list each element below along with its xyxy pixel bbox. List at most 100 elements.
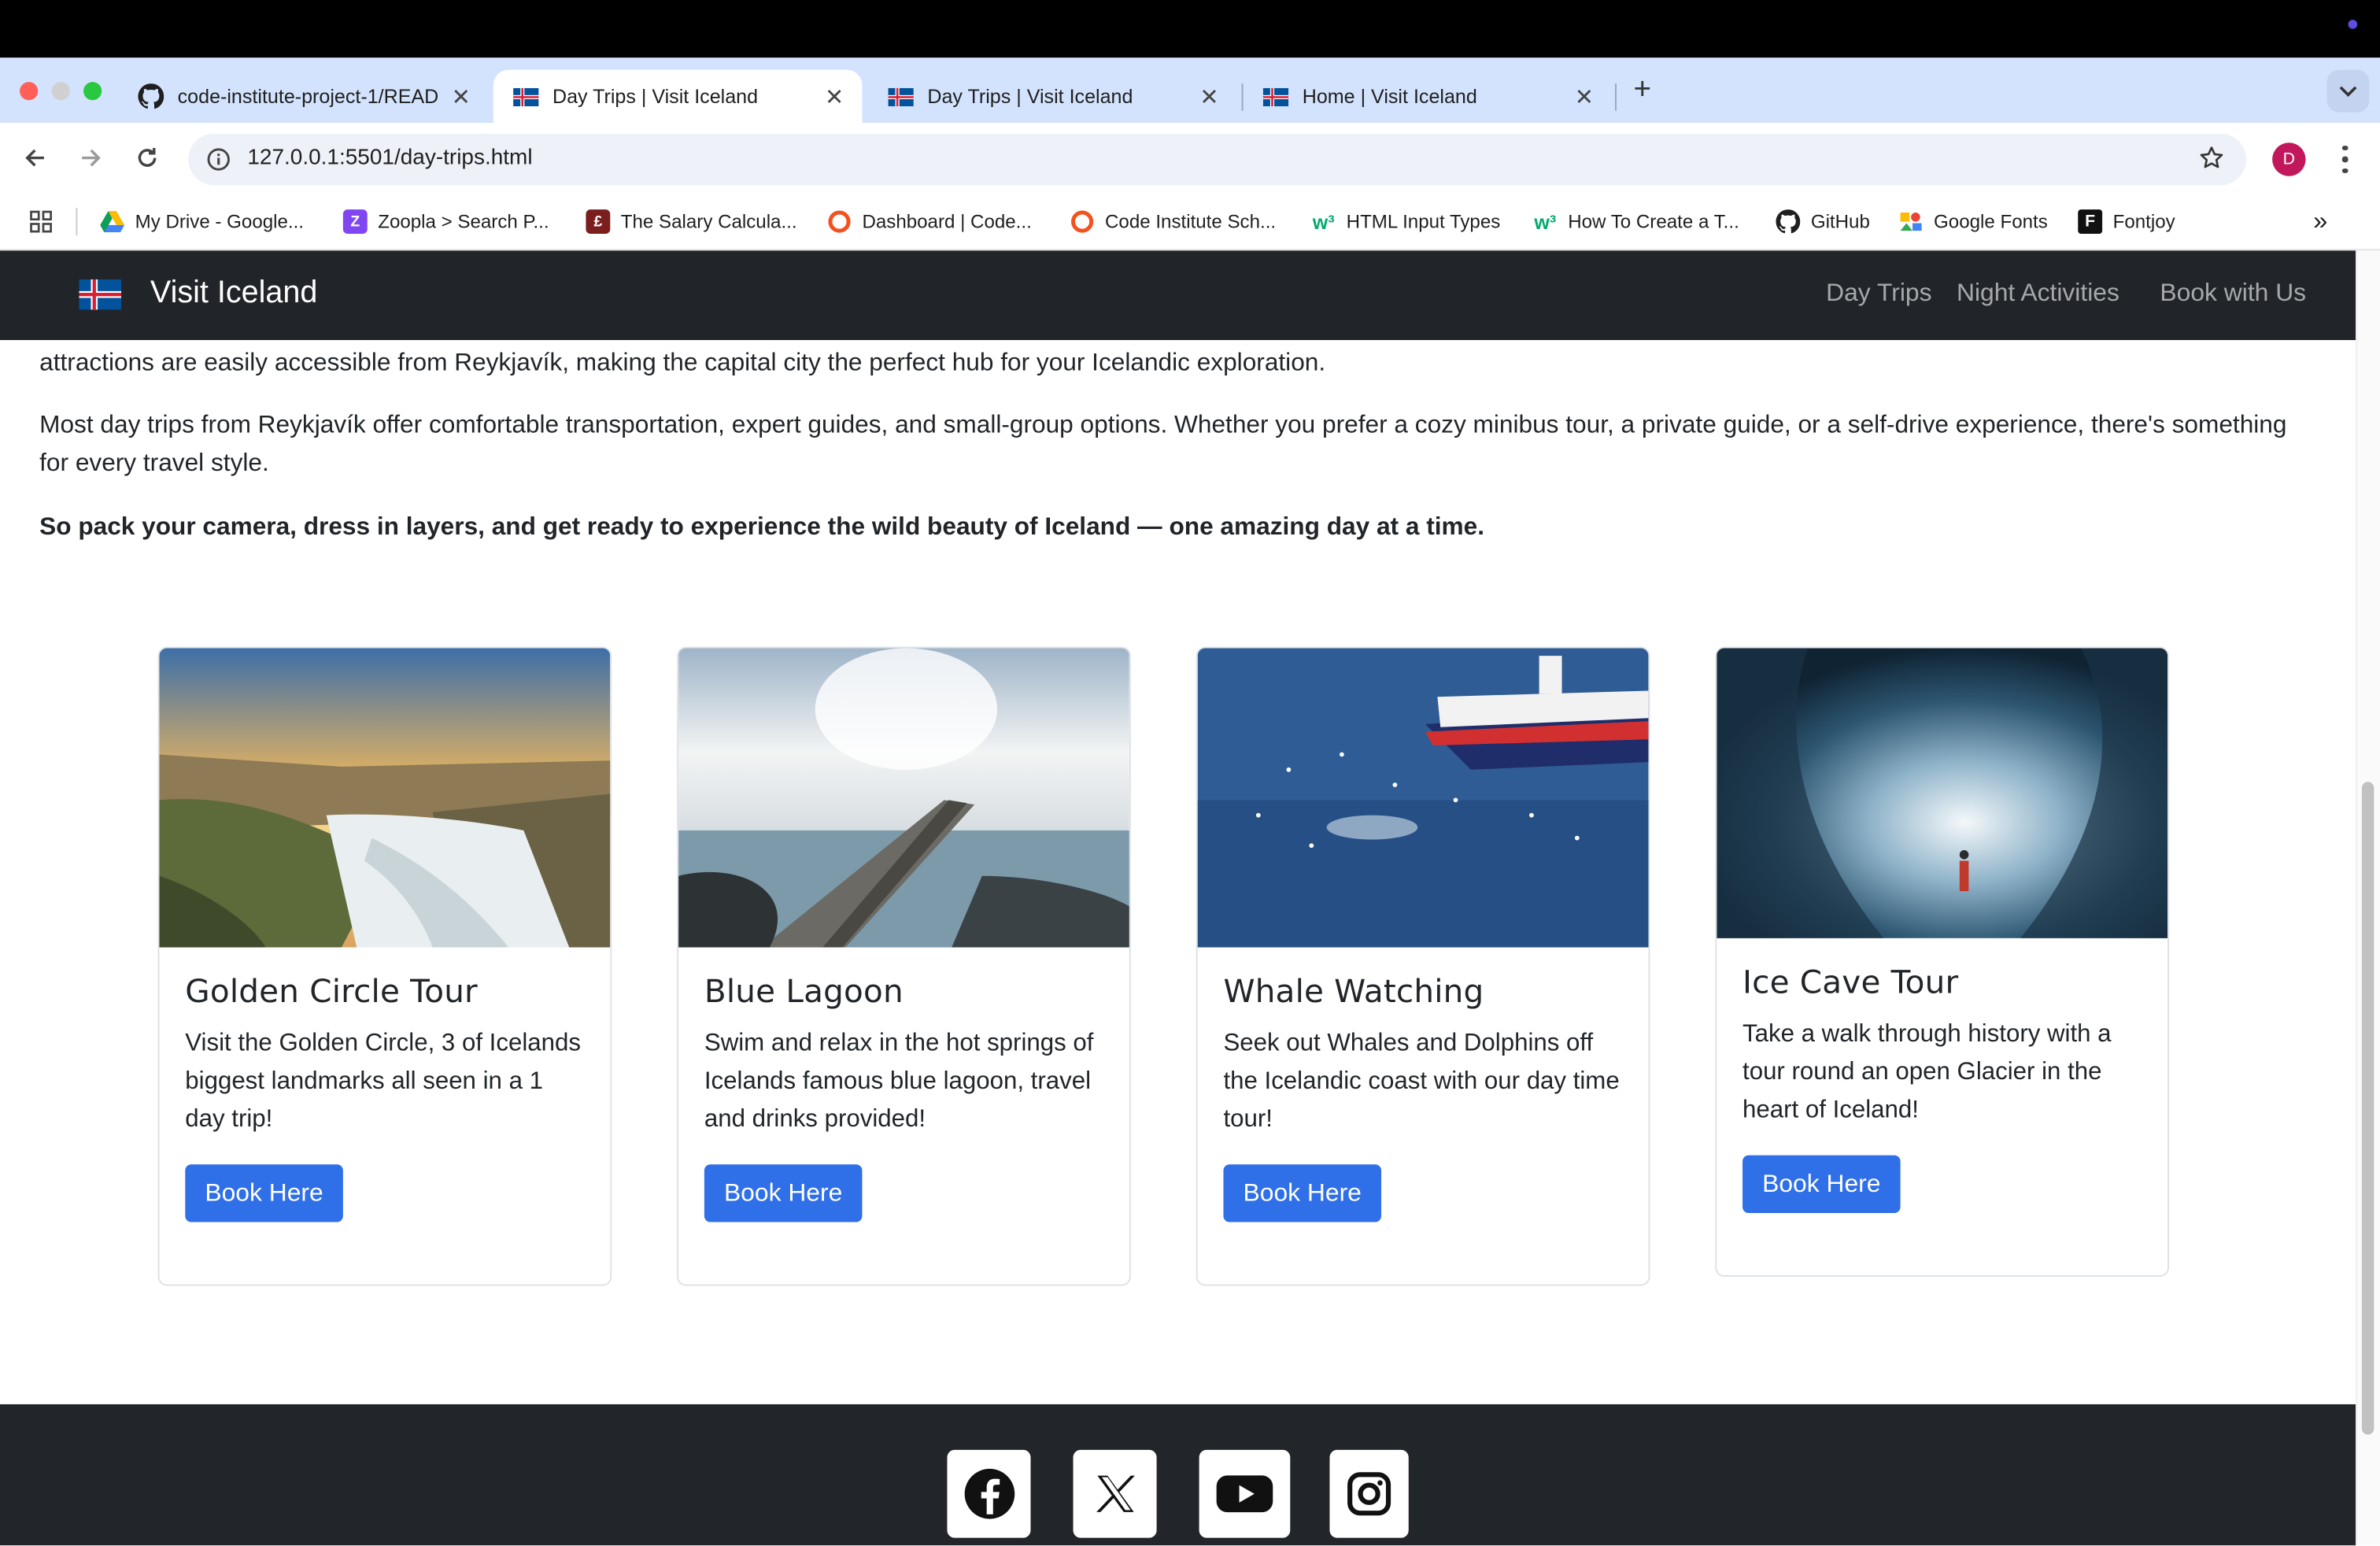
bookmarks-overflow-button[interactable]: »: [2313, 206, 2327, 235]
back-button[interactable]: [17, 139, 53, 176]
url-text[interactable]: 127.0.0.1:5501/day-trips.html: [247, 146, 532, 170]
bookmark-how-to-create[interactable]: w³ How To Create a T...: [1533, 208, 1739, 235]
bookmark-html-input-types[interactable]: w³ HTML Input Types: [1311, 208, 1501, 235]
book-here-button[interactable]: Book Here: [1743, 1155, 1901, 1213]
bookmark-label: Dashboard | Code...: [862, 211, 1032, 233]
chevron-down-icon: [2339, 86, 2357, 97]
bookmark-salary-calculator[interactable]: £ The Salary Calcula...: [586, 208, 797, 235]
nav-link-book-with-us[interactable]: Book with Us: [2160, 279, 2306, 309]
nav-link-night-activities[interactable]: Night Activities: [1957, 279, 2119, 309]
tab-day-trips[interactable]: Day Trips | Visit Iceland ✕: [868, 70, 1237, 124]
instagram-link[interactable]: [1329, 1449, 1409, 1538]
code-institute-icon: [827, 209, 852, 234]
profile-avatar[interactable]: D: [2272, 142, 2306, 176]
os-menu-bar: [0, 0, 2380, 58]
bookmark-ci-dashboard[interactable]: Dashboard | Code...: [827, 208, 1032, 235]
intro-paragraph-3: So pack your camera, dress in layers, an…: [39, 512, 1484, 541]
browser-menu-icon[interactable]: [2333, 142, 2357, 176]
arrow-right-icon: [82, 149, 101, 167]
bookmark-github[interactable]: GitHub: [1776, 208, 1870, 235]
bookmark-ci-school[interactable]: Code Institute Sch...: [1070, 208, 1276, 235]
tab-title: Day Trips | Visit Iceland: [927, 85, 1133, 108]
card-whale-watching: Whale Watching Seek out Whales and Dolph…: [1196, 646, 1650, 1286]
close-tab-icon[interactable]: ✕: [452, 83, 471, 110]
close-tab-icon[interactable]: ✕: [1575, 83, 1594, 110]
bookmark-label: The Salary Calcula...: [620, 211, 797, 233]
card-text: Seek out Whales and Dolphins off the Ice…: [1223, 1029, 1620, 1133]
x-twitter-link[interactable]: [1073, 1449, 1157, 1538]
facebook-link[interactable]: [947, 1449, 1031, 1538]
w3schools-icon: w³: [1534, 210, 1557, 234]
apps-grid-icon[interactable]: [29, 208, 54, 235]
tab-title: code-institute-project-1/READ: [177, 85, 439, 108]
card-title: Blue Lagoon: [704, 973, 904, 1010]
bookmark-label: How To Create a T...: [1568, 211, 1739, 233]
github-icon: [137, 83, 164, 110]
tab-github-readme[interactable]: code-institute-project-1/READ ✕: [118, 70, 489, 124]
site-footer: [0, 1404, 2356, 1546]
close-tab-icon[interactable]: ✕: [1199, 83, 1218, 110]
bookmark-fontjoy[interactable]: F Fontjoy: [2078, 208, 2175, 235]
site-info-icon[interactable]: [206, 147, 231, 179]
minimize-window-button[interactable]: [51, 82, 70, 101]
bookmark-my-drive[interactable]: My Drive - Google...: [100, 208, 304, 235]
bookmark-star-icon[interactable]: [2198, 144, 2226, 179]
whale-watching-boat-image: [1197, 648, 1649, 948]
iceland-flag-icon: [512, 83, 539, 110]
tab-home[interactable]: Home | Visit Iceland ✕: [1244, 70, 1613, 124]
bookmark-label: Fontjoy: [2112, 211, 2175, 233]
instagram-icon: [1347, 1472, 1391, 1516]
salary-calculator-icon: £: [586, 209, 611, 235]
iceland-flag-icon: [1262, 83, 1289, 110]
zoopla-icon: Z: [342, 209, 368, 235]
card-blue-lagoon: Blue Lagoon Swim and relax in the hot sp…: [677, 646, 1131, 1286]
scrollbar-thumb[interactable]: [2361, 782, 2374, 1435]
x-icon: [1096, 1475, 1134, 1512]
card-title: Ice Cave Tour: [1743, 963, 1959, 1000]
site-brand[interactable]: Visit Iceland: [150, 275, 317, 311]
status-dot: [2348, 20, 2358, 29]
bookmark-google-fonts[interactable]: Google Fonts: [1899, 208, 2048, 235]
bookmark-label: Zoopla > Search P...: [378, 211, 549, 233]
maximize-window-button[interactable]: [83, 82, 102, 101]
card-ice-cave: Ice Cave Tour Take a walk through histor…: [1715, 646, 2169, 1277]
iceland-flag-logo[interactable]: [79, 279, 122, 310]
fontjoy-icon: F: [2078, 209, 2103, 235]
site-navbar: Visit Iceland Day Trips Night Activities…: [0, 250, 2356, 341]
tab-day-trips-active[interactable]: Day Trips | Visit Iceland ✕: [493, 69, 863, 124]
close-window-button[interactable]: [20, 82, 39, 101]
w3schools-icon: w³: [1312, 210, 1335, 234]
bookmark-label: HTML Input Types: [1346, 211, 1501, 233]
github-icon: [1776, 209, 1801, 234]
forward-button[interactable]: [73, 139, 109, 176]
ice-cave-image: [1717, 648, 2168, 938]
google-fonts-icon: [1899, 209, 1924, 234]
nav-link-day-trips[interactable]: Day Trips: [1826, 279, 1931, 309]
bookmark-zoopla[interactable]: Z Zoopla > Search P...: [342, 208, 549, 235]
reload-icon: [138, 148, 157, 167]
card-title: Whale Watching: [1223, 973, 1484, 1010]
book-here-button[interactable]: Book Here: [704, 1164, 863, 1222]
tab-search-button[interactable]: [2326, 69, 2370, 113]
youtube-icon: [1216, 1475, 1273, 1513]
tab-strip: code-institute-project-1/READ ✕ Day Trip…: [0, 57, 2380, 124]
iceland-flag-icon: [886, 83, 914, 110]
youtube-link[interactable]: [1199, 1449, 1291, 1538]
address-bar[interactable]: 127.0.0.1:5501/day-trips.html: [188, 133, 2247, 186]
intro-paragraph-2: Most day trips from Reykjavík offer comf…: [39, 411, 2287, 477]
bookmark-label: My Drive - Google...: [135, 211, 304, 233]
new-tab-button[interactable]: +: [1627, 72, 1658, 108]
blue-lagoon-image: [678, 648, 1129, 948]
card-text: Swim and relax in the hot springs of Ice…: [704, 1029, 1094, 1133]
close-tab-icon[interactable]: ✕: [825, 83, 844, 110]
reload-button[interactable]: [129, 139, 165, 176]
card-text: Visit the Golden Circle, 3 of Icelands b…: [185, 1029, 581, 1133]
intro-paragraph-1: attractions are easily accessible from R…: [39, 349, 1326, 377]
book-here-button[interactable]: Book Here: [185, 1164, 343, 1222]
tab-title: Day Trips | Visit Iceland: [552, 85, 759, 108]
book-here-button[interactable]: Book Here: [1223, 1164, 1381, 1222]
bookmark-label: Code Institute Sch...: [1105, 211, 1277, 233]
card-title: Golden Circle Tour: [185, 973, 478, 1010]
page-viewport: Visit Iceland Day Trips Night Activities…: [0, 250, 2356, 1546]
facebook-icon: [963, 1468, 1014, 1519]
